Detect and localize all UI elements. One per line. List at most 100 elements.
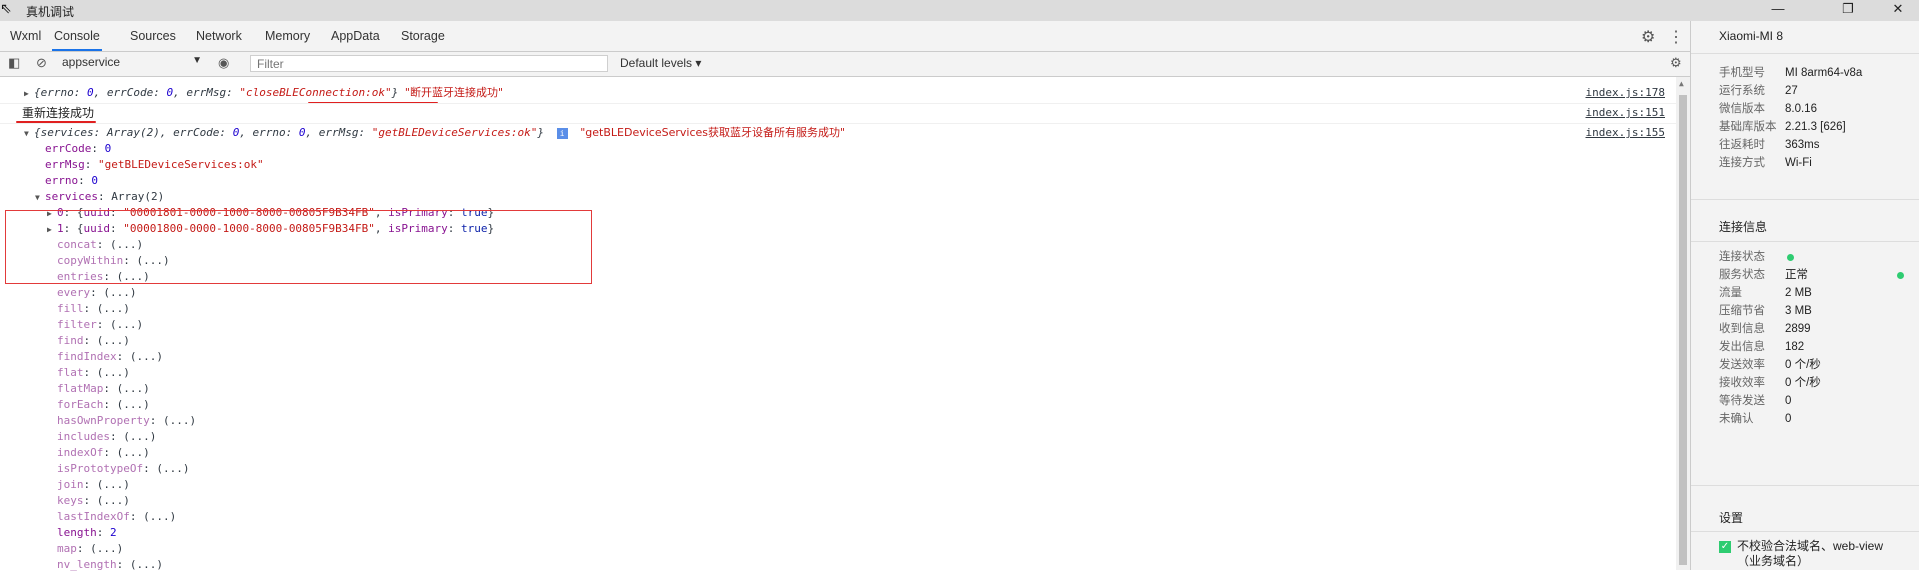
method-value: (...) (116, 446, 150, 459)
method-name: indexOf (57, 446, 104, 459)
connection-info-row: 连接状态 (1719, 248, 1909, 266)
array-method-row[interactable]: map: (...) (57, 541, 123, 557)
console-settings-gear-icon[interactable]: ⚙ (1670, 55, 1682, 71)
separator: : (116, 350, 130, 363)
tab-console[interactable]: Console (52, 21, 102, 51)
array-method-row[interactable]: nv_length: (...) (57, 557, 163, 573)
method-name: every (57, 286, 91, 299)
info-key: 接收效率 (1719, 377, 1765, 389)
array-method-row[interactable]: forEach: (...) (57, 397, 150, 413)
array-method-row[interactable]: fill: (...) (57, 301, 130, 317)
array-method-row[interactable]: concat: (...) (57, 237, 143, 253)
array-method-row[interactable]: includes: (...) (57, 429, 156, 445)
array-method-row[interactable]: hasOwnProperty: (...) (57, 413, 196, 429)
array-method-row[interactable]: join: (...) (57, 477, 130, 493)
method-name: concat (57, 238, 97, 251)
errno-value: 0 (86, 86, 94, 99)
tab-sources[interactable]: Sources (128, 21, 178, 51)
source-link[interactable]: index.js:155 (1586, 125, 1665, 141)
method-name: includes (57, 430, 110, 443)
method-value: (...) (129, 558, 163, 571)
info-key: 连接方式 (1719, 157, 1765, 169)
device-name: Xiaomi-MI 8 (1719, 29, 1784, 43)
array-method-row[interactable]: findIndex: (...) (57, 349, 163, 365)
method-value: (...) (96, 494, 130, 507)
info-key: 手机型号 (1719, 67, 1765, 79)
separator: : (123, 254, 137, 267)
array-method-row[interactable]: indexOf: (...) (57, 445, 150, 461)
tab-memory[interactable]: Memory (263, 21, 312, 51)
context-value: appservice (62, 55, 121, 69)
more-vertical-icon[interactable]: ⋮ (1668, 27, 1684, 47)
array-method-row[interactable]: entries: (...) (57, 269, 150, 285)
sidebar-toggle-icon[interactable]: ◧ (8, 55, 20, 71)
clear-console-icon[interactable]: ⊘ (36, 55, 47, 71)
domain-check-checkbox[interactable]: ✓ (1719, 541, 1731, 553)
array-method-row[interactable]: flatMap: (...) (57, 381, 150, 397)
method-value: (...) (96, 334, 130, 347)
console-log-row[interactable]: ▼ {services: Array(2), errCode: 0, errno:… (24, 125, 845, 141)
separator: : (103, 382, 117, 395)
section-divider (1691, 199, 1919, 200)
info-icon[interactable]: i (556, 128, 568, 139)
row-divider (0, 123, 1685, 124)
info-key: 流量 (1719, 287, 1742, 299)
context-selector[interactable]: appservice ▼ (62, 55, 202, 72)
array-method-row[interactable]: filter: (...) (57, 317, 143, 333)
array-method-row[interactable]: find: (...) (57, 333, 130, 349)
separator: : (96, 526, 110, 539)
separator: : (83, 478, 97, 491)
row-divider (0, 103, 1685, 104)
method-name: fill (57, 302, 84, 315)
minimize-button[interactable]: — (1758, 1, 1798, 19)
section-divider (1691, 241, 1919, 242)
property-services[interactable]: ▼ services: Array(2) (35, 189, 164, 205)
mouse-cursor-icon: ⇖ (0, 0, 12, 16)
restore-button[interactable]: ❐ (1828, 1, 1868, 19)
method-name: copyWithin (57, 254, 124, 267)
window-titlebar: ⇖ 真机调试 — ❐ ✕ (0, 0, 1919, 21)
tab-storage[interactable]: Storage (399, 21, 447, 51)
array-method-row[interactable]: copyWithin: (...) (57, 253, 170, 269)
eye-icon[interactable]: ◉ (218, 55, 229, 71)
method-value: (...) (136, 254, 170, 267)
expand-triangle-icon[interactable]: ▶ (24, 86, 34, 102)
array-method-row[interactable]: keys: (...) (57, 493, 130, 509)
device-info-row: 基础库版本 2.21.3 [626] (1719, 118, 1909, 136)
array-method-row[interactable]: flat: (...) (57, 365, 130, 381)
device-info-row: 往返耗时 363ms (1719, 136, 1909, 154)
method-value: (...) (96, 366, 130, 379)
close-button[interactable]: ✕ (1878, 1, 1918, 19)
info-key: 发送效率 (1719, 359, 1765, 371)
settings-gear-icon[interactable]: ⚙ (1641, 27, 1655, 47)
prop-value: "getBLEDeviceServices:ok" (98, 158, 264, 171)
scrollbar-thumb[interactable] (1679, 95, 1687, 565)
prop-value: 0 (104, 142, 112, 155)
collapse-triangle-icon[interactable]: ▼ (35, 190, 45, 206)
log-levels-dropdown[interactable]: Default levels ▾ (620, 56, 701, 70)
array-method-row[interactable]: length: 2 (57, 525, 117, 541)
tab-network[interactable]: Network (194, 21, 244, 51)
separator: : (109, 430, 124, 443)
scroll-up-icon[interactable]: ▲ (1679, 79, 1684, 88)
tab-appdata[interactable]: AppData (329, 21, 382, 51)
array-method-row[interactable]: isPrototypeOf: (...) (57, 461, 189, 477)
separator: : (96, 238, 110, 251)
separator: : (83, 334, 97, 347)
filter-input[interactable] (250, 55, 608, 72)
info-key: 发出信息 (1719, 341, 1765, 353)
info-value: 0 (1785, 395, 1792, 407)
console-scrollbar[interactable]: ▲ (1676, 77, 1690, 570)
source-link[interactable]: index.js:178 (1586, 85, 1665, 101)
info-value: 0 个/秒 (1785, 359, 1821, 371)
method-value: (...) (96, 302, 130, 315)
console-log-row[interactable]: ▶ {errno: 0, errCode: 0, errMsg: "closeBL… (24, 85, 503, 101)
collapse-triangle-icon[interactable]: ▼ (24, 126, 34, 142)
devtools-panel: Wxml Console Sources Network Memory AppD… (0, 21, 1690, 573)
array-method-row[interactable]: lastIndexOf: (...) (57, 509, 176, 525)
tab-wxml[interactable]: Wxml (8, 21, 43, 51)
array-method-row[interactable]: every: (...) (57, 285, 137, 301)
console-log-row[interactable]: 重新连接成功 (22, 105, 94, 121)
source-link[interactable]: index.js:151 (1586, 105, 1665, 121)
connection-info-row: 发出信息 182 (1719, 338, 1909, 356)
